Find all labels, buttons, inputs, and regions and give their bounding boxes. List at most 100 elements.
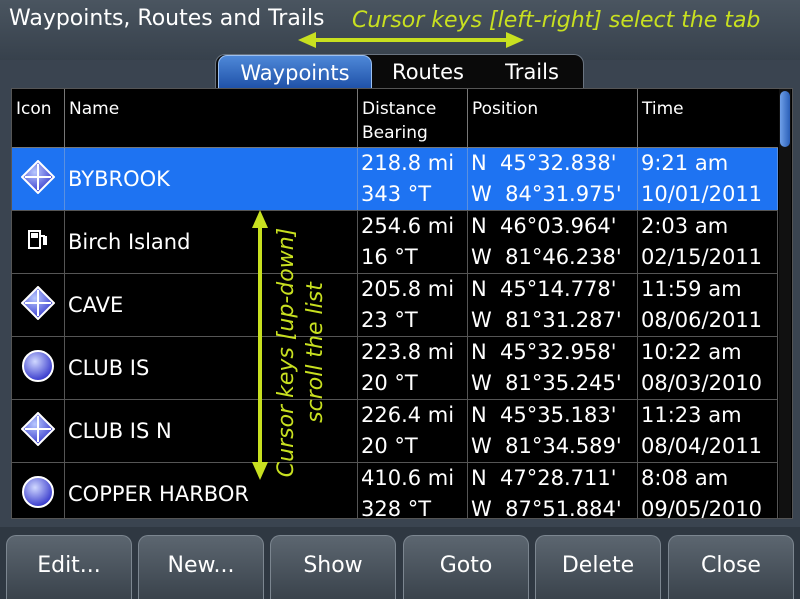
distance-bearing-cell: 205.8 mi 23 °T <box>358 274 468 336</box>
latitude-value: N 45°35.183' <box>471 403 617 427</box>
table-row[interactable]: CLUB IS N 226.4 mi 20 °T N 45°35.183' W 81°3… <box>12 400 778 463</box>
date-value: 02/15/2011 <box>641 245 763 269</box>
longitude-value: W 87°51.884' <box>471 497 622 519</box>
time-cell: 11:59 am 08/06/2011 <box>638 274 778 336</box>
position-cell: N 46°03.964' W 81°46.238' <box>468 211 638 273</box>
position-cell: N 47°28.711' W 87°51.884' <box>468 463 638 519</box>
table-row[interactable]: CAVE 205.8 mi 23 °T N 45°14.778' W 81°31.287… <box>12 274 778 337</box>
column-header-time[interactable]: Time <box>638 89 778 147</box>
show-button[interactable]: Show <box>270 535 396 599</box>
row-icon-cell <box>12 274 65 336</box>
time-value: 2:03 am <box>641 214 729 238</box>
distance-value: 410.6 mi <box>361 466 455 490</box>
left-right-arrow-icon <box>298 32 524 48</box>
time-cell: 9:21 am 10/01/2011 <box>638 148 778 210</box>
list-scrollbar[interactable] <box>779 89 791 518</box>
tab-waypoints[interactable]: Waypoints <box>218 55 372 90</box>
longitude-value: W 81°46.238' <box>471 245 622 269</box>
latitude-value: N 45°32.958' <box>471 340 617 364</box>
column-header-position[interactable]: Position <box>468 89 638 147</box>
waypoint-table: Icon Name Distance Bearing Position Time… <box>11 88 793 519</box>
scroll-hint-line2: scroll the list <box>303 282 328 423</box>
column-header-name[interactable]: Name <box>65 89 358 147</box>
position-cell: N 45°14.778' W 81°31.287' <box>468 274 638 336</box>
scrollbar-thumb[interactable] <box>780 91 790 147</box>
distance-value: 254.6 mi <box>361 214 455 238</box>
window-title: Waypoints, Routes and Trails <box>9 6 325 31</box>
latitude-value: N 45°14.778' <box>471 277 617 301</box>
waypoint-name: BYBROOK <box>65 148 358 210</box>
date-value: 08/04/2011 <box>641 434 763 458</box>
blue-circle-icon <box>21 349 55 387</box>
time-value: 11:23 am <box>641 403 742 427</box>
close-button[interactable]: Close <box>668 535 794 599</box>
tab-hint-annotation: Cursor keys [left-right] select the tab <box>352 8 761 33</box>
distance-bearing-cell: 254.6 mi 16 °T <box>358 211 468 273</box>
bearing-value: 343 °T <box>361 182 432 206</box>
latitude-value: N 46°03.964' <box>471 214 617 238</box>
position-cell: N 45°35.183' W 81°34.589' <box>468 400 638 462</box>
distance-value: 218.8 mi <box>361 151 455 175</box>
table-row[interactable]: CLUB IS 223.8 mi 20 °T N 45°32.958' W 81°35.… <box>12 337 778 400</box>
table-header: Icon Name Distance Bearing Position Time <box>12 89 778 148</box>
delete-button[interactable]: Delete <box>535 535 661 599</box>
edit-button[interactable]: Edit... <box>6 535 132 599</box>
bearing-value: 23 °T <box>361 308 418 332</box>
date-value: 10/01/2011 <box>641 182 763 206</box>
row-icon-cell <box>12 337 65 399</box>
bearing-value: 16 °T <box>361 245 418 269</box>
date-value: 09/05/2010 <box>641 497 763 519</box>
time-value: 11:59 am <box>641 277 742 301</box>
diamond-cross-icon <box>20 159 56 198</box>
scroll-hint-line1: Cursor keys [up-down] <box>274 227 299 478</box>
table-row[interactable]: BYBROOK 218.8 mi 343 °T N 45°32.838' W 84°31… <box>12 148 778 211</box>
row-icon-cell <box>12 211 65 273</box>
column-header-bearing: Bearing <box>362 123 428 143</box>
bearing-value: 20 °T <box>361 371 418 395</box>
row-icon-cell <box>12 400 65 462</box>
time-cell: 10:22 am 08/03/2010 <box>638 337 778 399</box>
tab-trails[interactable]: Trails <box>484 55 580 89</box>
date-value: 08/06/2011 <box>641 308 763 332</box>
fuel-pump-icon <box>26 228 50 256</box>
goto-button[interactable]: Goto <box>403 535 529 599</box>
new-button[interactable]: New... <box>138 535 264 599</box>
row-icon-cell <box>12 463 65 518</box>
tab-strip: Waypoints Routes Trails <box>215 54 584 90</box>
longitude-value: W 84°31.975' <box>471 182 622 206</box>
distance-bearing-cell: 410.6 mi 328 °T <box>358 463 468 519</box>
row-icon-cell <box>12 148 65 210</box>
column-header-distance-bearing[interactable]: Distance Bearing <box>358 89 468 147</box>
longitude-value: W 81°31.287' <box>471 308 622 332</box>
diamond-cross-icon <box>20 411 56 450</box>
distance-value: 205.8 mi <box>361 277 455 301</box>
time-value: 9:21 am <box>641 151 729 175</box>
title-bar: Waypoints, Routes and Trails Cursor keys… <box>0 0 800 60</box>
diamond-cross-icon <box>20 285 56 324</box>
distance-value: 226.4 mi <box>361 403 455 427</box>
button-bar: Edit... New... Show Goto Delete Close <box>0 527 800 599</box>
bearing-value: 20 °T <box>361 434 418 458</box>
time-value: 10:22 am <box>641 340 742 364</box>
column-header-distance: Distance <box>362 99 437 119</box>
time-value: 8:08 am <box>641 466 729 490</box>
latitude-value: N 47°28.711' <box>471 466 617 490</box>
position-cell: N 45°32.958' W 81°35.245' <box>468 337 638 399</box>
blue-circle-icon <box>21 475 55 513</box>
distance-bearing-cell: 223.8 mi 20 °T <box>358 337 468 399</box>
bearing-value: 328 °T <box>361 497 432 519</box>
longitude-value: W 81°35.245' <box>471 371 622 395</box>
latitude-value: N 45°32.838' <box>471 151 617 175</box>
longitude-value: W 81°34.589' <box>471 434 622 458</box>
tab-routes[interactable]: Routes <box>376 55 480 89</box>
time-cell: 8:08 am 09/05/2010 <box>638 463 778 519</box>
table-row[interactable]: COPPER HARBOR 410.6 mi 328 °T N 47°28.711' W… <box>12 463 778 519</box>
distance-bearing-cell: 226.4 mi 20 °T <box>358 400 468 462</box>
scroll-hint-annotation: Cursor keys [up-down] scroll the list <box>272 225 342 480</box>
date-value: 08/03/2010 <box>641 371 763 395</box>
position-cell: N 45°32.838' W 84°31.975' <box>468 148 638 210</box>
column-header-icon[interactable]: Icon <box>12 89 65 147</box>
distance-value: 223.8 mi <box>361 340 455 364</box>
table-row[interactable]: Birch Island 254.6 mi 16 °T N 46°03.964' W 8… <box>12 211 778 274</box>
up-down-arrow-icon <box>252 210 268 480</box>
